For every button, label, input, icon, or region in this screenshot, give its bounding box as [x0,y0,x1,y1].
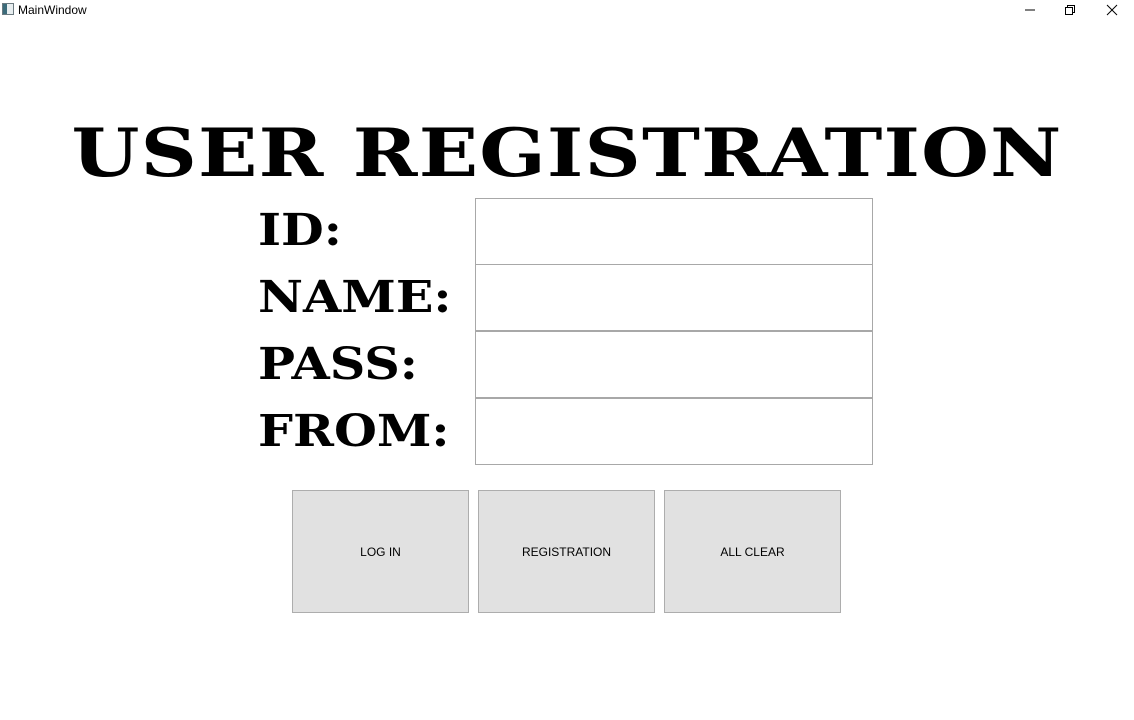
pass-label: PASS: [258,339,419,390]
name-label: NAME: [258,272,452,323]
registration-button[interactable]: REGISTRATION [478,490,655,613]
pass-field[interactable] [475,331,873,398]
page-title: USER REGISTRATION [71,114,1063,192]
restore-icon [1065,5,1075,15]
minimize-button[interactable] [1010,0,1050,20]
app-icon [2,3,14,15]
main-window: MainWindow USER REGISTRATION ID: NAME: P… [0,0,1134,720]
id-field[interactable] [475,198,873,265]
window-title: MainWindow [18,3,87,17]
title-bar[interactable]: MainWindow [0,0,1134,20]
login-button[interactable]: LOG IN [292,490,469,613]
restore-button[interactable] [1050,0,1090,20]
from-label: FROM: [258,406,450,457]
id-label: ID: [258,205,342,256]
minimize-icon [1025,9,1035,11]
close-icon [1106,4,1118,16]
close-button[interactable] [1092,0,1132,20]
name-field[interactable] [475,264,873,331]
from-field[interactable] [475,398,873,465]
all-clear-button[interactable]: ALL CLEAR [664,490,841,613]
